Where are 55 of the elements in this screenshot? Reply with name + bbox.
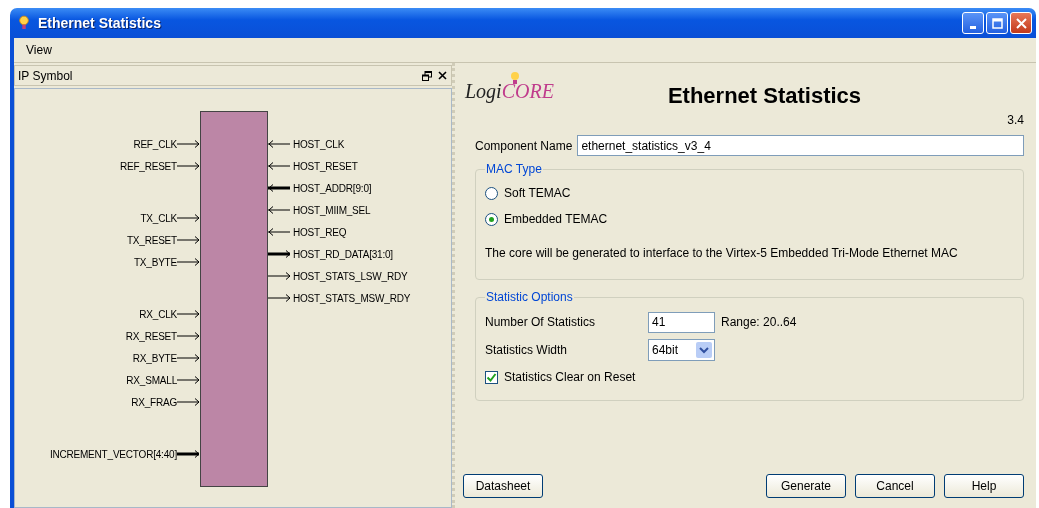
- pin-label: HOST_STATS_LSW_RDY: [293, 270, 408, 282]
- pin-label: RX_SMALL: [126, 374, 177, 386]
- core-title: Ethernet Statistics: [667, 83, 862, 109]
- pin-label: HOST_ADDR[9:0]: [293, 182, 372, 194]
- pin-label: HOST_STATS_MSW_RDY: [293, 292, 411, 304]
- lightbulb-icon: [18, 15, 30, 31]
- radio-label: Embedded TEMAC: [504, 212, 608, 226]
- maximize-icon: [991, 17, 1003, 29]
- pin-label: HOST_MIIM_SEL: [293, 204, 371, 216]
- minimize-button[interactable]: [962, 12, 984, 34]
- dialog-button[interactable]: Help: [944, 474, 1024, 498]
- pin-label: RX_CLK: [139, 308, 177, 320]
- pin-label: TX_RESET: [126, 234, 177, 246]
- caret-icon: [696, 342, 712, 358]
- pin-label: REF_CLK: [133, 138, 177, 150]
- radio-button[interactable]: [485, 186, 498, 200]
- pin-label: HOST_RESET: [293, 160, 358, 172]
- checkbox[interactable]: [485, 370, 498, 384]
- pin-label: REF_RESET: [119, 160, 177, 172]
- width-dropdown[interactable]: 64bit: [648, 339, 715, 361]
- panel-title: IP Symbol: [18, 68, 74, 83]
- field-label: Component Name: [475, 138, 573, 153]
- description-text: The core will be generated to interface to the Virtex-5 Embedded Tri-Mode Ethernet MAC: [485, 246, 959, 260]
- maximize-button[interactable]: [986, 12, 1008, 34]
- pin-label: HOST_CLK: [293, 138, 345, 150]
- radio-button[interactable]: [485, 212, 498, 226]
- pin-label: RX_FRAG: [131, 396, 177, 408]
- version-label: 3.4: [1007, 113, 1024, 127]
- pin-label: RX_RESET: [125, 330, 177, 342]
- close-icon: [1015, 17, 1027, 29]
- group-title: Statistic Options: [485, 290, 574, 304]
- pin-label: INCREMENT_VECTOR[4:40]: [49, 448, 177, 460]
- number-field[interactable]: 41: [648, 311, 715, 333]
- close-icon[interactable]: [438, 71, 447, 80]
- pin-label: HOST_REQ: [293, 226, 347, 238]
- close-button[interactable]: [1010, 12, 1032, 34]
- pin-label: TX_BYTE: [133, 256, 177, 268]
- pin-label: TX_CLK: [140, 212, 177, 224]
- datasheet-button[interactable]: Datasheet: [463, 474, 543, 498]
- dialog-button[interactable]: Cancel: [855, 474, 935, 498]
- pin-label: HOST_RD_DATA[31:0]: [293, 248, 393, 260]
- group-title: MAC Type: [485, 162, 543, 176]
- component-name-field[interactable]: ethernet_statistics_v3_4: [577, 135, 1024, 156]
- field-label: Number Of Statistics: [485, 315, 597, 329]
- pin-label: RX_BYTE: [132, 352, 177, 364]
- restore-icon[interactable]: [422, 70, 432, 81]
- field-label: Statistics Width: [485, 343, 569, 357]
- logo: LogiCORE: [465, 71, 558, 105]
- window-title: Ethernet Statistics: [38, 15, 162, 31]
- dialog-button[interactable]: Generate: [766, 474, 846, 498]
- menu-item[interactable]: View: [22, 41, 56, 59]
- checkbox-label: Statistics Clear on Reset: [504, 370, 636, 384]
- range-label: Range: 20..64: [721, 315, 797, 329]
- radio-label: Soft TEMAC: [504, 186, 571, 200]
- minimize-icon: [970, 25, 976, 29]
